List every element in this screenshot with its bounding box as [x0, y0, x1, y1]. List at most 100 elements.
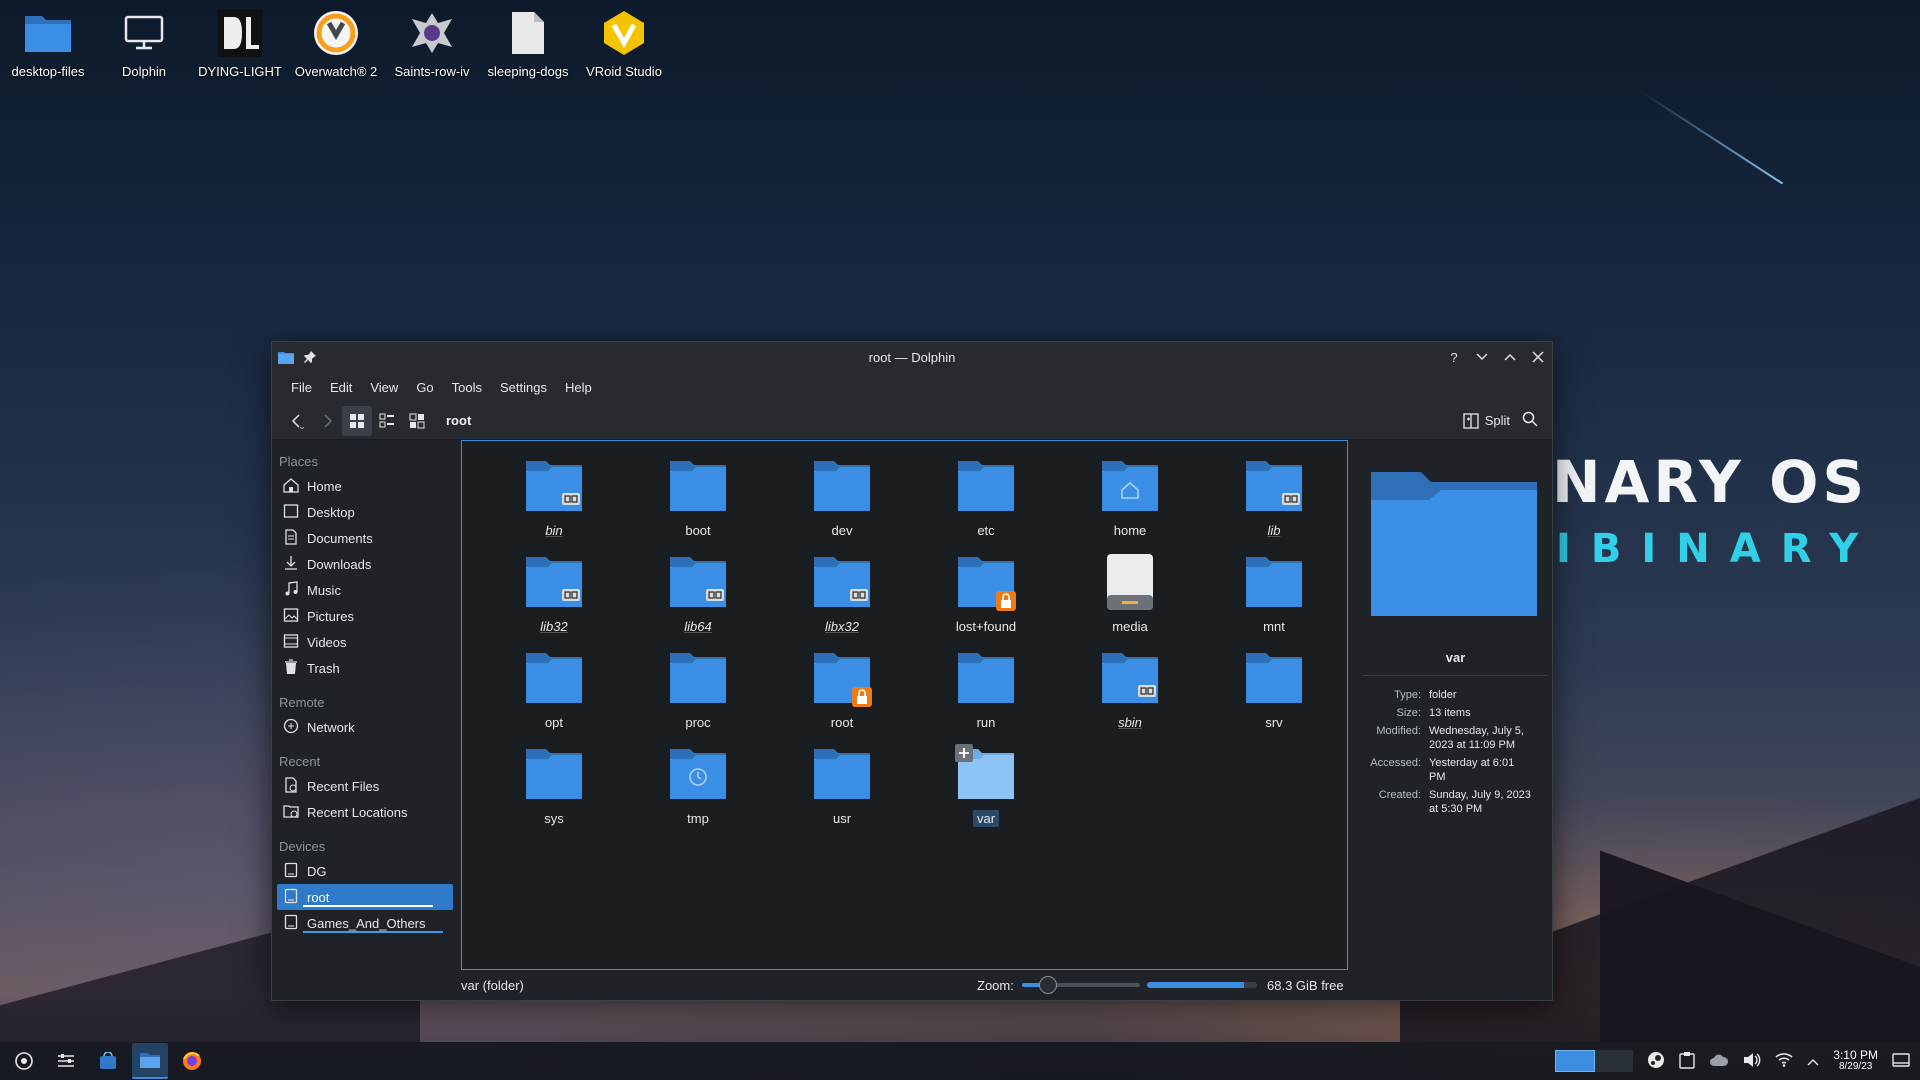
file-item-home[interactable]: home — [1058, 455, 1202, 551]
file-item-sbin[interactable]: sbin — [1058, 647, 1202, 743]
file-item-bin[interactable]: bin — [482, 455, 626, 551]
places-item-recent-files[interactable]: Recent Files — [277, 773, 453, 799]
file-item-sys[interactable]: sys — [482, 743, 626, 839]
file-item-lib[interactable]: lib — [1202, 455, 1346, 551]
folder-icon — [1098, 455, 1162, 519]
file-view[interactable]: bin boot dev etc home lib lib32 lib64 libx32 lost… — [461, 440, 1348, 970]
task-manager-button[interactable] — [48, 1043, 84, 1079]
desktop-icon-dolphin[interactable]: Dolphin — [96, 0, 192, 79]
desktop-icon-overwatch-2[interactable]: Overwatch® 2 — [288, 0, 384, 79]
menu-edit[interactable]: Edit — [321, 380, 361, 395]
info-row: Size: 13 items — [1363, 704, 1535, 722]
file-item-srv[interactable]: srv — [1202, 647, 1346, 743]
menu-help[interactable]: Help — [556, 380, 601, 395]
desktop-icon-vroid-studio[interactable]: VRoid Studio — [576, 0, 672, 79]
menu-view[interactable]: View — [361, 380, 407, 395]
places-item-trash[interactable]: Trash — [277, 655, 453, 681]
places-item-root[interactable]: root — [277, 884, 453, 910]
file-item-boot[interactable]: boot — [626, 455, 770, 551]
back-button[interactable] — [282, 406, 312, 436]
file-item-root[interactable]: root — [770, 647, 914, 743]
file-item-usr[interactable]: usr — [770, 743, 914, 839]
places-item-games-and-others[interactable]: Games_And_Others — [277, 910, 453, 936]
file-item-mnt[interactable]: mnt — [1202, 551, 1346, 647]
places-item-label: Recent Locations — [307, 804, 408, 820]
file-item-etc[interactable]: etc — [914, 455, 1058, 551]
places-item-videos[interactable]: Videos — [277, 629, 453, 655]
compact-view-button[interactable] — [372, 406, 402, 436]
desktop-icon-dying-light[interactable]: DYING-LIGHT — [192, 0, 288, 79]
chevron-up-icon[interactable] — [1807, 1054, 1819, 1069]
show-desktop-icon[interactable] — [1892, 1052, 1910, 1070]
file-item-label: sbin — [1118, 715, 1142, 730]
menu-tools[interactable]: Tools — [443, 380, 491, 395]
search-icon[interactable] — [1522, 411, 1538, 430]
app-launcher-button[interactable] — [6, 1043, 42, 1079]
desktop-icon-saints-row-iv[interactable]: Saints-row-iv — [384, 0, 480, 79]
dolphin-app-icon[interactable] — [278, 349, 294, 365]
desktop-icon-sleeping-dogs[interactable]: sleeping-dogs — [480, 0, 576, 79]
file-item-opt[interactable]: opt — [482, 647, 626, 743]
file-item-label: sys — [544, 811, 564, 826]
forward-button[interactable] — [312, 406, 342, 436]
info-row: Created: Sunday, July 9, 2023 at 5:30 PM — [1363, 786, 1535, 818]
wifi-icon[interactable] — [1775, 1052, 1793, 1070]
places-item-home[interactable]: Home — [277, 473, 453, 499]
folder-icon — [666, 551, 730, 615]
desktop-icon-label: Overwatch® 2 — [294, 64, 378, 79]
clock[interactable]: 3:10 PM 8/29/23 — [1833, 1049, 1878, 1073]
file-item-media[interactable]: media — [1058, 551, 1202, 647]
places-item-recent-locations[interactable]: Recent Locations — [277, 799, 453, 825]
places-item-music[interactable]: Music — [277, 577, 453, 603]
window-titlebar[interactable]: root — Dolphin ? — [272, 342, 1552, 372]
places-item-dg[interactable]: DG — [277, 858, 453, 884]
file-item-run[interactable]: run — [914, 647, 1058, 743]
pin-icon[interactable] — [302, 349, 318, 365]
dolphin-taskbar-button[interactable] — [132, 1043, 168, 1079]
file-item-lost-found[interactable]: lost+found — [914, 551, 1058, 647]
close-icon[interactable] — [1530, 349, 1546, 365]
pictures-icon — [283, 607, 299, 626]
file-item-lib64[interactable]: lib64 — [626, 551, 770, 647]
folder-icon — [810, 647, 874, 711]
discover-button[interactable] — [90, 1043, 126, 1079]
overwatch-icon — [311, 8, 361, 58]
folder-icon — [1242, 455, 1306, 519]
steam-icon[interactable] — [1647, 1051, 1665, 1072]
places-item-pictures[interactable]: Pictures — [277, 603, 453, 629]
places-item-label: Network — [307, 719, 355, 735]
zoom-slider-handle[interactable] — [1038, 976, 1057, 994]
virtual-desktop-pager[interactable] — [1555, 1050, 1634, 1072]
firefox-icon — [183, 1052, 201, 1070]
desktop-2[interactable] — [1595, 1050, 1633, 1072]
places-item-documents[interactable]: Documents — [277, 525, 453, 551]
desktop-1[interactable] — [1555, 1050, 1596, 1072]
file-item-tmp[interactable]: tmp — [626, 743, 770, 839]
file-item-label: dev — [831, 523, 853, 538]
file-item-libx32[interactable]: libx32 — [770, 551, 914, 647]
menu-go[interactable]: Go — [407, 380, 442, 395]
menu-settings[interactable]: Settings — [491, 380, 556, 395]
cloud-icon[interactable] — [1709, 1053, 1729, 1070]
icons-view-button[interactable] — [342, 405, 372, 436]
split-button[interactable]: Split — [1463, 412, 1510, 429]
details-view-button[interactable] — [402, 406, 432, 436]
places-item-downloads[interactable]: Downloads — [277, 551, 453, 577]
places-item-desktop[interactable]: Desktop — [277, 499, 453, 525]
breadcrumb[interactable]: root — [446, 413, 471, 428]
file-item-var[interactable]: var — [914, 743, 1058, 839]
menu-file[interactable]: File — [282, 380, 321, 395]
minimize-icon[interactable] — [1474, 349, 1490, 365]
places-item-label: Documents — [307, 530, 373, 546]
file-item-lib32[interactable]: lib32 — [482, 551, 626, 647]
firefox-button[interactable] — [174, 1043, 210, 1079]
volume-icon[interactable] — [1743, 1052, 1761, 1071]
maximize-icon[interactable] — [1502, 349, 1518, 365]
file-item-proc[interactable]: proc — [626, 647, 770, 743]
zoom-slider[interactable] — [1021, 976, 1140, 994]
help-icon[interactable]: ? — [1446, 349, 1462, 365]
file-item-dev[interactable]: dev — [770, 455, 914, 551]
places-item-network[interactable]: Network — [277, 714, 453, 740]
desktop-icon-desktop-files[interactable]: desktop-files — [0, 0, 96, 79]
clipboard-icon[interactable] — [1679, 1051, 1695, 1072]
